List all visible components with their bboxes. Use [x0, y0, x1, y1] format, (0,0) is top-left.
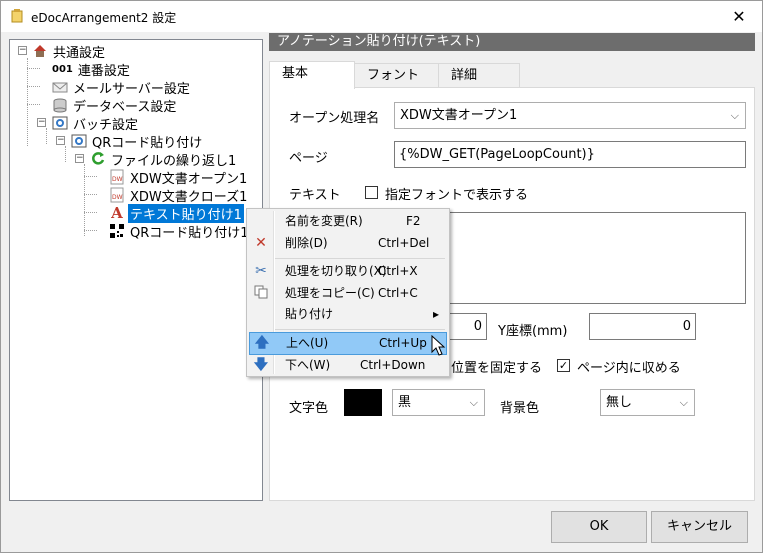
text-color-label: 文字色 [289, 401, 329, 416]
fit-page-label: ページ内に収める [577, 361, 681, 376]
svg-text:DW: DW [112, 176, 123, 183]
tab-basic[interactable]: 基本 [269, 61, 355, 89]
settings-tree[interactable]: − 共通設定 001 連番設定 メールサーバー設定 データベース設定 − バッチ… [9, 39, 263, 501]
fit-page-checkbox[interactable]: ✓ [557, 359, 570, 372]
batch-icon [71, 133, 87, 149]
tree-node-common-settings[interactable]: 共通設定 [32, 42, 107, 61]
close-icon: ✕ [732, 7, 746, 26]
context-menu: 名前を変更(R) F2 ✕ 削除(D) Ctrl+Del ✂ 処理を切り取り(X… [246, 208, 450, 377]
menu-item-move-up[interactable]: 🡅 上へ(U) Ctrl+Up [249, 332, 447, 355]
tree-node-label: QRコード貼り付け [92, 135, 203, 151]
tree-node-database[interactable]: データベース設定 [52, 96, 178, 115]
collapse-toggle[interactable]: − [75, 154, 84, 163]
font-display-checkbox[interactable] [365, 186, 378, 199]
bg-color-value: 無し [606, 395, 633, 410]
chevron-down-icon: ⌵ [679, 396, 688, 409]
open-process-value: XDW文書オープン1 [400, 108, 518, 123]
title-bar: eDocArrangement2 設定 ✕ [1, 1, 762, 32]
tree-node-label: QRコード貼り付け1 [130, 225, 249, 241]
tree-node-label: データベース設定 [73, 99, 177, 115]
text-color-value: 黒 [398, 395, 412, 410]
envelope-icon [52, 79, 68, 95]
xdw-document-icon: DW [109, 187, 125, 203]
bg-color-label: 背景色 [500, 401, 540, 416]
mouse-pointer-icon [431, 335, 446, 356]
tree-node-batch-settings[interactable]: バッチ設定 [52, 114, 140, 133]
section-header: アノテーション貼り付け(テキスト) [269, 33, 755, 51]
arrow-up-icon: 🡅 [254, 335, 270, 351]
scissors-icon: ✂ [255, 263, 267, 279]
loop-arrow-icon [90, 151, 106, 167]
tree-node-text-paste[interactable]: A テキスト貼り付け1 [109, 203, 244, 223]
menu-item-copy[interactable]: 処理をコピー(C) Ctrl+C [249, 283, 447, 304]
menu-item-delete[interactable]: ✕ 削除(D) Ctrl+Del [249, 233, 447, 254]
tree-node-file-loop[interactable]: ファイルの繰り返し1 [90, 150, 238, 169]
tab-font[interactable]: フォント [354, 63, 439, 88]
tree-node-label: バッチ設定 [73, 117, 139, 133]
settings-window: eDocArrangement2 設定 ✕ − 共通設定 001 連番設定 メー… [0, 0, 763, 553]
tree-node-sequence-settings[interactable]: 001 連番設定 [52, 60, 132, 79]
chevron-down-icon: ⌵ [730, 109, 739, 122]
chevron-down-icon: ⌵ [469, 396, 478, 409]
collapse-toggle[interactable]: − [56, 136, 65, 145]
y-coordinate-input[interactable]: 0 [589, 313, 696, 340]
menu-item-rename[interactable]: 名前を変更(R) F2 [249, 211, 447, 232]
checkmark-icon: ✓ [558, 359, 569, 372]
app-icon [11, 9, 23, 23]
font-display-label: 指定フォントで表示する [385, 188, 529, 203]
y-coordinate-label: Y座標(mm) [498, 324, 568, 339]
tree-node-xdw-open[interactable]: DW XDW文書オープン1 [109, 168, 249, 187]
bg-color-select[interactable]: 無し ⌵ [600, 389, 695, 416]
menu-item-paste[interactable]: 貼り付け ▸ [249, 304, 447, 325]
arrow-down-icon: 🡇 [253, 357, 269, 373]
window-title: eDocArrangement2 設定 [31, 11, 177, 25]
tree-node-xdw-close[interactable]: DW XDW文書クローズ1 [109, 186, 249, 205]
text-label: テキスト [289, 188, 341, 203]
sequence-number-icon: 001 [52, 63, 73, 75]
collapse-toggle[interactable]: − [37, 118, 46, 127]
submenu-arrow-icon: ▸ [433, 307, 440, 321]
tree-node-label: 連番設定 [77, 63, 130, 79]
tree-node-qr-paste-child[interactable]: QRコード貼り付け1 [109, 222, 251, 241]
tree-node-label: テキスト貼り付け1 [128, 203, 244, 223]
page-input[interactable]: {%DW_GET(PageLoopCount)} [394, 141, 746, 168]
open-process-select[interactable]: XDW文書オープン1 ⌵ [394, 102, 746, 129]
tab-details[interactable]: 詳細 [438, 63, 520, 88]
tree-node-mail-server[interactable]: メールサーバー設定 [52, 78, 192, 97]
delete-x-icon: ✕ [255, 235, 267, 251]
menu-item-cut[interactable]: ✂ 処理を切り取り(X) Ctrl+X [249, 261, 447, 282]
cancel-button[interactable]: キャンセル [651, 511, 748, 543]
database-icon [52, 97, 68, 113]
svg-text:DW: DW [112, 194, 123, 201]
tree-node-label: XDW文書オープン1 [130, 171, 248, 187]
tree-node-label: ファイルの繰り返し1 [111, 153, 237, 169]
text-color-select[interactable]: 黒 ⌵ [392, 389, 485, 416]
ok-button[interactable]: OK [551, 511, 647, 543]
fix-position-label: 位置を固定する [451, 361, 543, 376]
batch-icon [52, 115, 68, 131]
text-a-icon: A [111, 204, 123, 222]
tree-node-label: メールサーバー設定 [73, 81, 190, 97]
tree-node-label: 共通設定 [53, 45, 106, 61]
text-color-swatch [344, 389, 382, 416]
tree-node-qr-paste[interactable]: QRコード貼り付け [71, 132, 204, 151]
open-process-label: オープン処理名 [289, 111, 380, 126]
qr-code-icon [109, 223, 125, 239]
house-icon [32, 43, 48, 59]
collapse-toggle[interactable]: − [18, 46, 27, 55]
close-button[interactable]: ✕ [716, 1, 762, 32]
page-label: ページ [289, 151, 328, 166]
menu-item-move-down[interactable]: 🡇 下へ(W) Ctrl+Down [249, 355, 447, 376]
tree-node-label: XDW文書クローズ1 [130, 189, 248, 205]
xdw-document-icon: DW [109, 169, 125, 185]
copy-icon [253, 285, 269, 301]
